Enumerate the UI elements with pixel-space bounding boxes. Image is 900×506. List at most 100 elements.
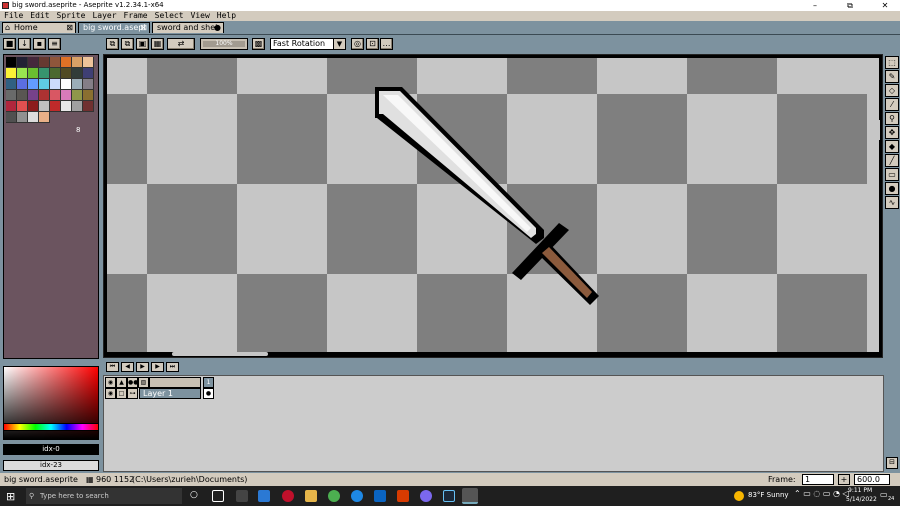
fill-icon[interactable]: ◆ <box>885 140 899 153</box>
palette-swatch[interactable] <box>83 79 94 90</box>
palette-swatch[interactable] <box>61 79 72 90</box>
menu-select[interactable]: Select <box>151 11 187 21</box>
palette-swatch[interactable] <box>39 90 50 101</box>
rotate-icon[interactable]: ⊡ <box>366 38 379 50</box>
eye-icon[interactable]: ◉ <box>105 388 116 399</box>
timeline-config-icon[interactable]: ⊟ <box>886 457 898 469</box>
office-icon[interactable] <box>397 490 409 502</box>
play-icon[interactable]: ▶ <box>136 362 149 372</box>
palette-swatch[interactable] <box>6 101 17 112</box>
close-icon[interactable]: ⊠ <box>66 23 73 33</box>
menu-view[interactable]: View <box>187 11 213 21</box>
chrome-icon[interactable] <box>328 490 340 502</box>
discord-icon[interactable] <box>420 490 432 502</box>
list-icon[interactable]: ≡ <box>48 38 61 50</box>
palette-swatch[interactable] <box>28 68 39 79</box>
rectangle-icon[interactable]: ▭ <box>885 168 899 181</box>
transform-icon[interactable]: ⇄ <box>167 38 195 50</box>
tab-home[interactable]: ⌂ Home ⊠ <box>2 22 76 33</box>
palette-swatch[interactable] <box>72 90 83 101</box>
windows-start-icon[interactable]: ⊞ <box>6 490 15 503</box>
palette-swatch[interactable] <box>17 101 28 112</box>
next-frame-icon[interactable]: ▶ <box>151 362 164 372</box>
frame-input[interactable]: 1 <box>802 474 834 485</box>
add-frame-icon[interactable]: + <box>838 474 850 485</box>
palette-swatch[interactable] <box>61 90 72 101</box>
move-icon[interactable]: ✥ <box>885 126 899 139</box>
system-tray-icon[interactable]: ⌃ ▭ ◌ ▭ ◔ ◁ <box>794 489 849 498</box>
chevron-down-icon[interactable]: ▼ <box>333 38 346 50</box>
foreground-color[interactable]: idx-0 <box>3 444 99 455</box>
hue-slider[interactable] <box>3 423 99 431</box>
menu-file[interactable]: File <box>0 11 26 21</box>
menu-frame[interactable]: Frame <box>120 11 151 21</box>
line-icon[interactable]: ╱ <box>885 154 899 167</box>
palette-swatch[interactable] <box>72 57 83 68</box>
copy-icon[interactable]: ⧉ <box>121 38 134 50</box>
cel-icon[interactable]: ● <box>203 388 214 399</box>
close-icon[interactable]: ⊠ <box>140 23 147 33</box>
palette-swatch[interactable] <box>72 79 83 90</box>
blur-icon[interactable]: ● <box>885 182 899 195</box>
steam-icon[interactable] <box>443 490 455 502</box>
pivot-icon[interactable]: ▩ <box>252 38 265 50</box>
palette-swatch[interactable] <box>39 79 50 90</box>
lock-icon[interactable]: ■ <box>3 38 16 50</box>
last-frame-icon[interactable]: ⏭ <box>166 362 179 372</box>
palette-swatch[interactable] <box>17 68 28 79</box>
move-icon[interactable]: ⧉ <box>106 38 119 50</box>
eraser-icon[interactable]: ◇ <box>885 84 899 97</box>
download-icon[interactable]: ↓ <box>18 38 31 50</box>
palette-swatch[interactable] <box>83 101 94 112</box>
more-icon[interactable]: … <box>380 38 393 50</box>
grid-icon[interactable]: ▦ <box>151 38 164 50</box>
lock-icon[interactable]: ▲ <box>116 377 127 388</box>
layer-name[interactable]: Layer 1 <box>139 388 201 399</box>
palette-swatch[interactable] <box>17 90 28 101</box>
zoom-input[interactable]: 600.0 <box>854 474 890 485</box>
tab-big-sword[interactable]: big sword.asepi ⊠ <box>78 22 150 33</box>
calculator-icon[interactable] <box>236 490 248 502</box>
brush-icon[interactable]: ∿ <box>885 196 899 209</box>
menu-sprite[interactable]: Sprite <box>53 11 89 21</box>
palette-swatch[interactable] <box>6 57 17 68</box>
opera-icon[interactable] <box>282 490 294 502</box>
palette-swatch[interactable] <box>50 57 61 68</box>
multitask-icon[interactable] <box>212 490 224 502</box>
palette-swatch[interactable] <box>83 68 94 79</box>
zoom-icon[interactable]: ⚲ <box>885 112 899 125</box>
unlock-icon[interactable]: □ <box>116 388 127 399</box>
palette-swatch[interactable] <box>28 79 39 90</box>
palette-swatch[interactable] <box>50 68 61 79</box>
clock-time[interactable]: 9:11 PM <box>848 487 872 494</box>
menu-edit[interactable]: Edit <box>26 11 52 21</box>
sprite-canvas[interactable] <box>107 58 879 352</box>
horizontal-scrollbar[interactable] <box>172 352 268 356</box>
opacity-slider[interactable]: 100% <box>200 38 248 50</box>
layer-row[interactable]: ◉ □ ⊶ Layer 1 ● <box>105 388 215 399</box>
menu-layer[interactable]: Layer <box>88 11 119 21</box>
palette-swatch[interactable] <box>28 90 39 101</box>
continuous-icon[interactable]: ●● <box>127 377 138 388</box>
palette-swatch[interactable] <box>17 57 28 68</box>
clock-date[interactable]: 5/14/2022 <box>846 496 877 503</box>
palette-swatch[interactable] <box>39 57 50 68</box>
pencil-icon[interactable]: ✎ <box>885 70 899 83</box>
mail-icon[interactable] <box>374 490 386 502</box>
palette-swatch[interactable] <box>17 112 28 123</box>
palette-swatch[interactable] <box>28 101 39 112</box>
link-icon[interactable]: ⊶ <box>127 388 138 399</box>
frame-number[interactable]: 1 <box>203 377 214 388</box>
task-view-icon[interactable]: ○ <box>190 490 202 502</box>
menu-help[interactable]: Help <box>213 11 239 21</box>
close-button[interactable]: ✕ <box>870 0 900 11</box>
palette-swatch[interactable] <box>6 68 17 79</box>
palette-swatch[interactable] <box>50 90 61 101</box>
palette-swatch[interactable] <box>61 57 72 68</box>
palette-swatch[interactable] <box>17 79 28 90</box>
palette-swatch[interactable] <box>61 101 72 112</box>
eye-icon[interactable]: ◉ <box>105 377 116 388</box>
file-explorer-icon[interactable] <box>305 490 317 502</box>
rotation-algorithm-select[interactable]: Fast Rotation <box>270 38 334 50</box>
palette-swatch[interactable] <box>50 79 61 90</box>
